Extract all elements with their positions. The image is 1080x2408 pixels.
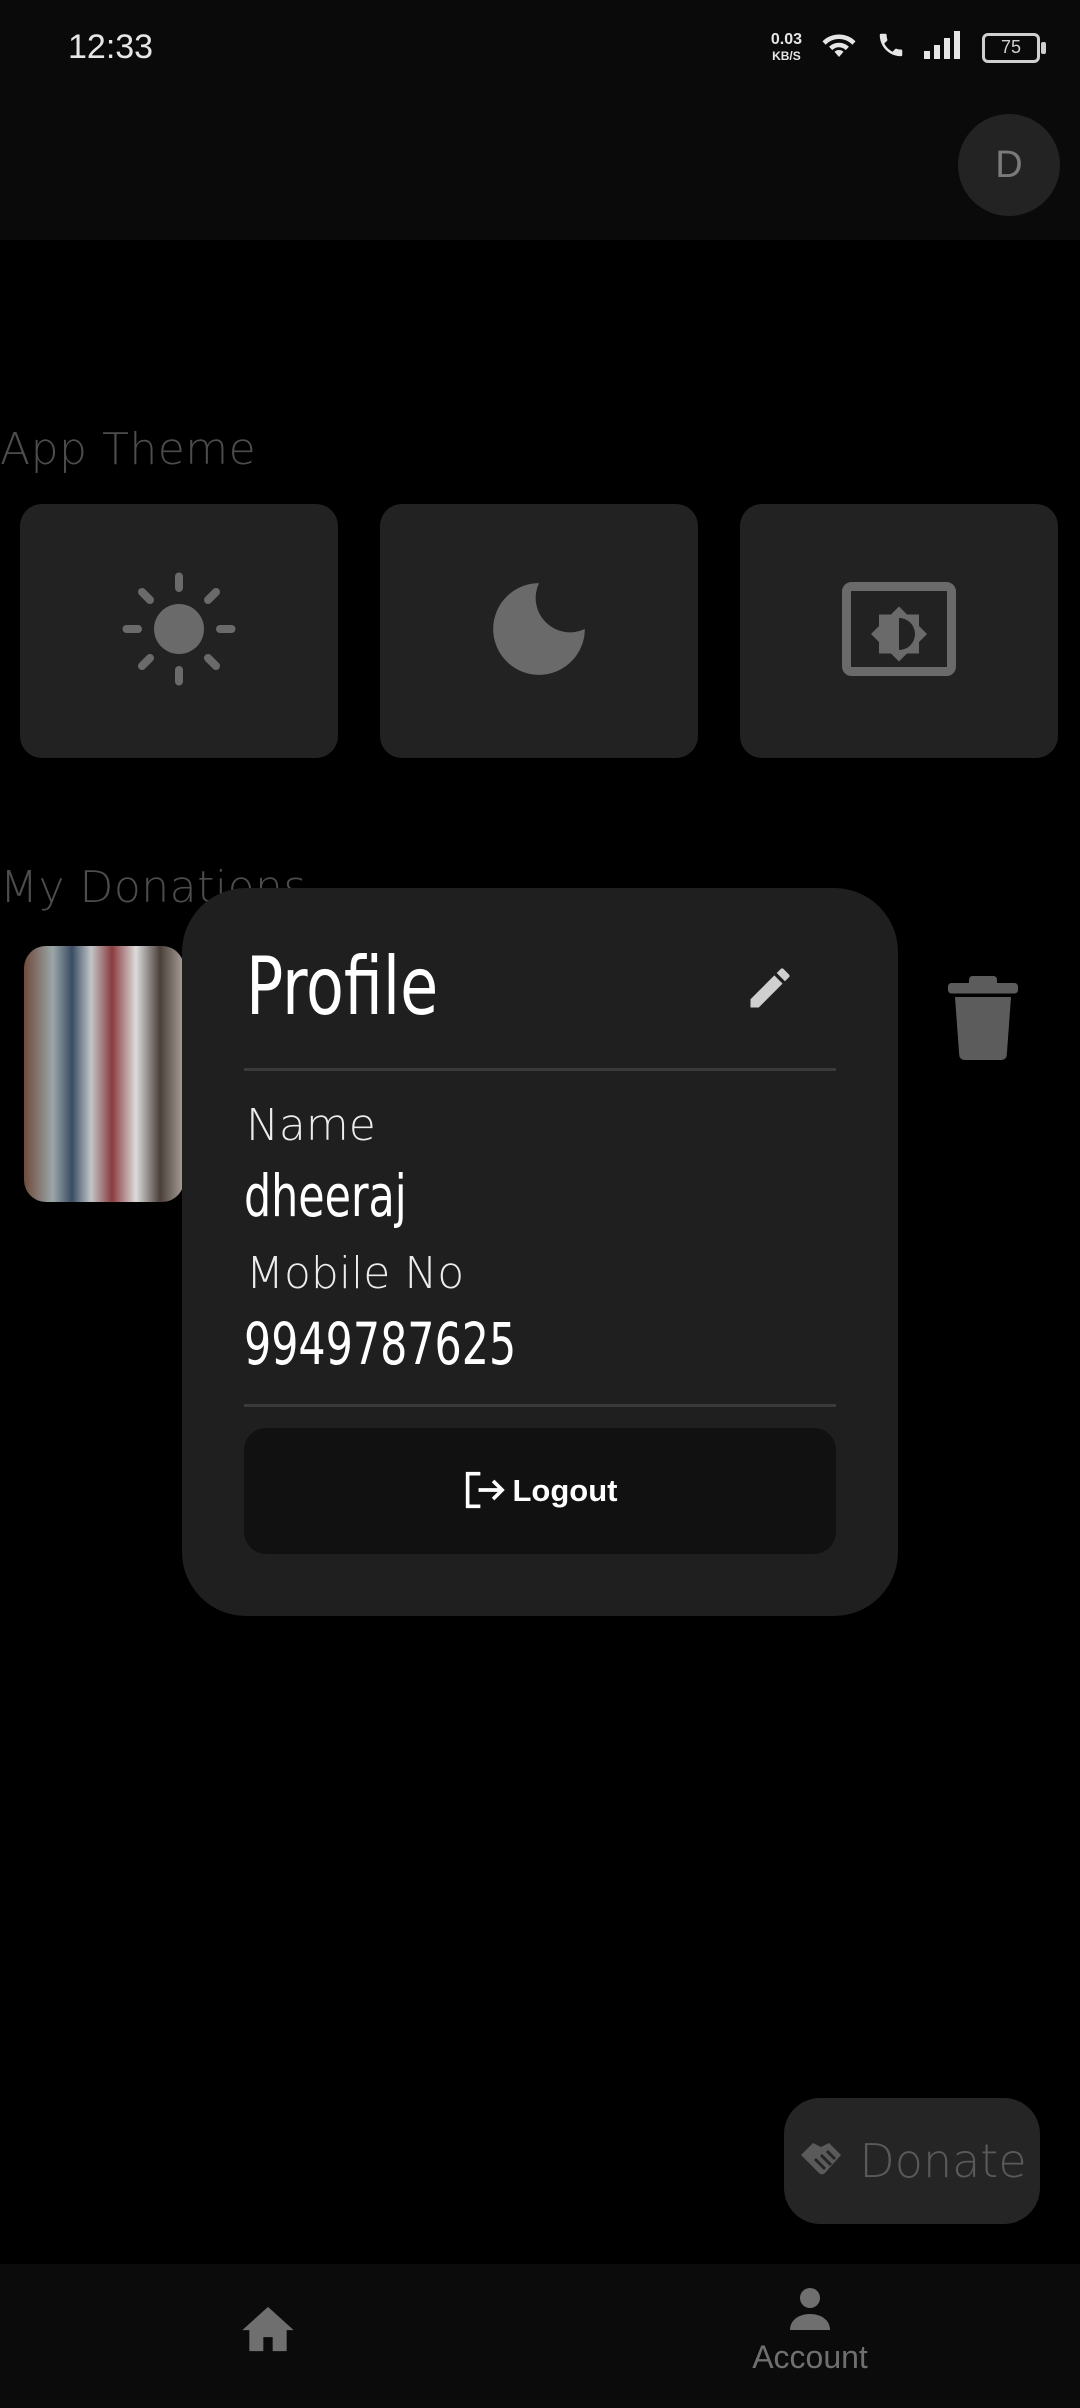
net-speed-value: 0.03 xyxy=(770,30,802,48)
status-bar: 12:33 0.03 KB/S 75 xyxy=(0,0,1080,96)
handshake-icon xyxy=(797,2135,853,2188)
name-label: Name xyxy=(246,1100,376,1151)
donation-image[interactable] xyxy=(24,946,184,1202)
net-speed-unit: KB/S xyxy=(772,48,801,63)
dark-mode-icon xyxy=(484,574,594,689)
system-theme-icon xyxy=(839,579,959,684)
call-icon xyxy=(876,30,906,65)
wifi-icon xyxy=(820,30,858,65)
donate-label: Donate xyxy=(859,2134,1027,2188)
dark-theme-button[interactable] xyxy=(380,504,698,758)
person-icon xyxy=(786,2288,834,2336)
status-time: 12:33 xyxy=(68,28,154,66)
status-icons: 0.03 KB/S 75 xyxy=(770,30,1046,65)
signal-icon xyxy=(924,31,964,64)
edit-icon[interactable] xyxy=(744,962,796,1019)
profile-dialog: Profile Name dheeraj Mobile No 994978762… xyxy=(182,888,898,1616)
avatar[interactable]: D xyxy=(958,114,1060,216)
battery-level: 75 xyxy=(1000,37,1022,57)
app-bar: D xyxy=(0,96,1080,240)
theme-section-title: App Theme xyxy=(0,424,257,475)
mobile-label: Mobile No xyxy=(246,1248,465,1299)
system-theme-button[interactable] xyxy=(740,504,1058,758)
light-theme-button[interactable] xyxy=(20,504,338,758)
divider xyxy=(244,1404,836,1407)
mobile-value: 9949787625 xyxy=(244,1310,517,1378)
donate-fab[interactable]: Donate xyxy=(784,2098,1040,2224)
nav-account[interactable]: Account xyxy=(746,2284,874,2376)
dialog-title: Profile xyxy=(246,940,439,1033)
net-speed: 0.03 KB/S xyxy=(770,30,802,64)
battery-icon: 75 xyxy=(982,32,1046,63)
logout-button[interactable]: Logout xyxy=(244,1428,836,1554)
light-mode-icon xyxy=(119,569,239,694)
nav-account-label: Account xyxy=(752,2339,868,2375)
home-icon[interactable] xyxy=(240,2304,296,2359)
logout-label: Logout xyxy=(512,1473,618,1508)
delete-icon[interactable] xyxy=(948,976,1018,1065)
divider xyxy=(244,1068,836,1071)
name-value: dheeraj xyxy=(244,1162,407,1230)
bottom-nav: Account xyxy=(0,2264,1080,2408)
logout-icon xyxy=(462,1470,506,1513)
